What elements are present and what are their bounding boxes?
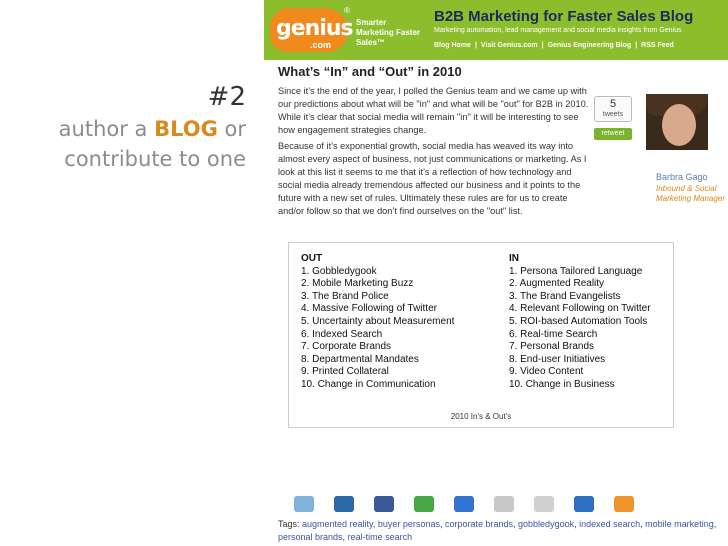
tagline: Smarter Marketing Faster Sales™ [356, 18, 421, 47]
out-header: OUT [301, 253, 323, 264]
author-role: Inbound & Social Marketing Manager [656, 184, 725, 203]
logo-text: genius [276, 16, 354, 41]
tag-link[interactable]: augmented reality [302, 519, 373, 529]
post-title[interactable]: What’s “In” and “Out” in 2010 [278, 64, 728, 79]
out-item: 6. Indexed Search [301, 328, 383, 340]
tweet-count: 5 [609, 98, 617, 110]
blog-nav: Blog Home | Visit Genius.com | Genius En… [434, 42, 674, 49]
out-item: 9. Printed Collateral [301, 366, 389, 378]
tweet-counter[interactable]: 5 tweets [594, 96, 632, 122]
slide-line-2: contribute to one [64, 147, 246, 171]
table-caption: 2010 In's & Out's [450, 412, 512, 421]
twitter-icon[interactable] [294, 496, 314, 512]
slide-line-1: author a BLOG or [0, 114, 246, 144]
digg-icon[interactable] [494, 496, 514, 512]
tag-link[interactable]: indexed search [579, 519, 640, 529]
blog-title[interactable]: B2B Marketing for Faster Sales Blog [434, 8, 693, 25]
in-item: 1. Persona Tailored Language [509, 265, 643, 277]
out-column: OUT 1. Gobbledygook 2. Mobile Marketing … [301, 253, 454, 392]
out-item: 1. Gobbledygook [301, 265, 377, 277]
author-photo [646, 94, 708, 150]
blog-banner: genius .com ® Smarter Marketing Faster S… [264, 0, 728, 60]
tweet-label: tweets [602, 111, 624, 118]
out-item: 2. Mobile Marketing Buzz [301, 278, 414, 290]
in-item: 5. ROI-based Automation Tools [509, 315, 648, 327]
logo-suffix: .com [310, 40, 332, 50]
in-column: IN 1. Persona Tailored Language 2. Augme… [509, 253, 651, 392]
logo-registered: ® [344, 6, 350, 15]
in-item: 6. Real-time Search [509, 328, 598, 340]
delicious-icon[interactable] [454, 496, 474, 512]
linkedin-icon[interactable] [334, 496, 354, 512]
tag-link[interactable]: mobile marketing [645, 519, 714, 529]
nav-visit-genius[interactable]: Visit Genius.com [481, 42, 538, 49]
in-item: 9. Video Content [509, 366, 584, 378]
reddit-icon[interactable] [534, 496, 554, 512]
nav-blog-home[interactable]: Blog Home [434, 42, 471, 49]
slide-caption: #2 author a BLOG or contribute to one [0, 80, 246, 174]
facebook-icon[interactable] [374, 496, 394, 512]
in-item: 3. The Brand Evangelists [509, 290, 621, 302]
email-icon[interactable] [574, 496, 594, 512]
in-item: 10. Change in Business [509, 378, 615, 390]
tag-link[interactable]: personal brands [278, 532, 343, 542]
nav-separator: | [474, 42, 477, 49]
genius-logo[interactable]: genius .com ® [270, 4, 354, 56]
in-item: 7. Personal Brands [509, 341, 595, 353]
out-item: 4. Massive Following of Twitter [301, 303, 437, 315]
tag-link[interactable]: real-time search [348, 532, 413, 542]
nav-separator: | [541, 42, 544, 49]
slide-number: #2 [207, 82, 246, 112]
nav-rss-feed[interactable]: RSS Feed [641, 42, 674, 49]
blog-subtitle: Marketing automation, lead management an… [434, 27, 682, 34]
in-header: IN [509, 253, 519, 264]
in-item: 8. End-user Initiatives [509, 353, 606, 365]
out-item: 3. The Brand Police [301, 290, 389, 302]
in-item: 2. Augmented Reality [509, 278, 605, 290]
nav-separator: | [635, 42, 638, 49]
blog-screenshot: genius .com ® Smarter Marketing Faster S… [264, 0, 728, 546]
author-name[interactable]: Barbra Gago [656, 172, 708, 182]
in-item: 4. Relevant Following on Twitter [509, 303, 651, 315]
rss-icon[interactable] [614, 496, 634, 512]
post-paragraph-1: Since it’s the end of the year, I polled… [278, 86, 589, 135]
tags-label: Tags: [278, 519, 303, 529]
retweet-button[interactable]: retweet [594, 128, 632, 140]
post-tags: Tags: augmented reality, buyer personas,… [278, 519, 717, 542]
in-out-table: OUT 1. Gobbledygook 2. Mobile Marketing … [288, 242, 674, 428]
tag-link[interactable]: corporate brands [445, 519, 513, 529]
author-face [662, 104, 696, 146]
slide-line-1-pre: author a [58, 117, 155, 141]
tag-link[interactable]: buyer personas [378, 519, 440, 529]
out-item: 10. Change in Communication [301, 378, 436, 390]
slide-highlight: BLOG [154, 117, 218, 141]
tag-link[interactable]: gobbledygook [518, 519, 574, 529]
out-item: 8. Departmental Mandates [301, 353, 419, 365]
out-item: 7. Corporate Brands [301, 341, 392, 353]
share-icons [294, 496, 724, 514]
stumbleupon-icon[interactable] [414, 496, 434, 512]
slide-line-1-post: or [217, 117, 247, 141]
nav-engineering-blog[interactable]: Genius Engineering Blog [548, 42, 632, 49]
out-item: 5. Uncertainty about Measurement [301, 315, 455, 327]
post-paragraph-2: Because of it’s exponential growth, soci… [278, 141, 587, 216]
